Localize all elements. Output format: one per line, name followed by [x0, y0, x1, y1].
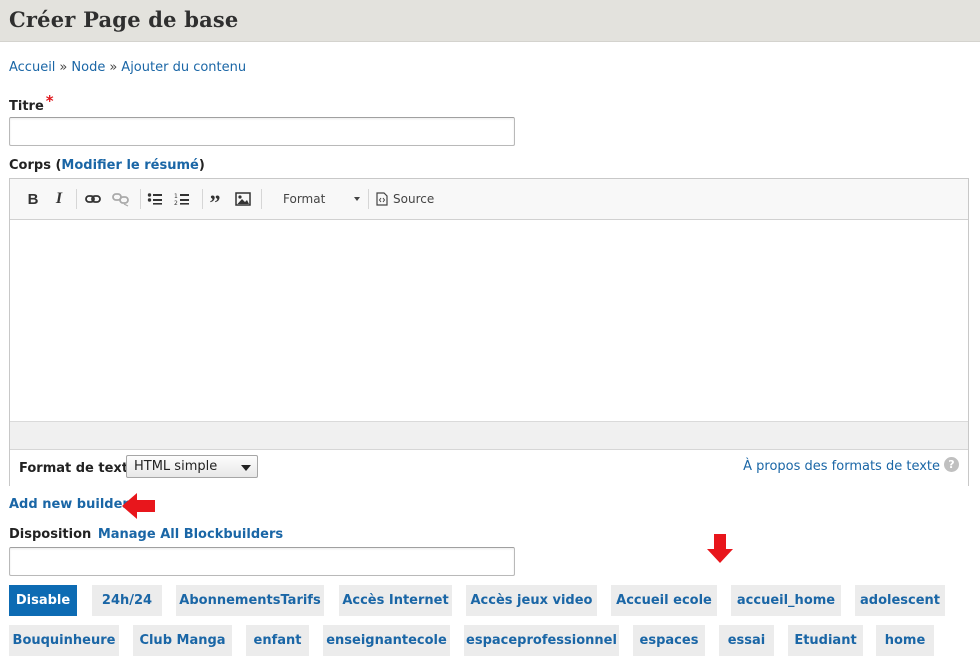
toolbar-divider [368, 189, 369, 209]
svg-text:1: 1 [174, 193, 178, 200]
body-field-label: Corps (Modifier le résumé) [9, 158, 205, 173]
tag-chip[interactable]: adolescent [855, 585, 945, 616]
text-format-label: Format de texte [19, 461, 137, 476]
source-button[interactable]: Source [376, 188, 434, 210]
editor-content-area[interactable] [10, 220, 968, 421]
numbered-list-icon: 1 2 [174, 193, 189, 206]
breadcrumb-node-link[interactable]: Node [71, 60, 105, 75]
link-icon [85, 195, 101, 203]
red-arrow-down-icon [707, 534, 733, 563]
italic-button[interactable]: I [48, 188, 70, 210]
title-input[interactable] [9, 117, 515, 146]
chevron-down-icon [241, 465, 251, 471]
image-icon [235, 192, 251, 206]
editor-toolbar: B I 1 2 ” Format Source [10, 179, 968, 220]
tag-chip[interactable]: AbonnementsTarifs [176, 585, 324, 616]
link-button[interactable] [82, 188, 104, 210]
breadcrumb-separator: » [109, 60, 118, 75]
title-label-text: Titre [9, 99, 44, 114]
tag-chip[interactable]: Accès Internet [339, 585, 452, 616]
tag-chip[interactable]: essai [719, 625, 774, 656]
tag-chip[interactable]: Accueil ecole [611, 585, 717, 616]
add-new-builder-link[interactable]: Add new builder [9, 497, 129, 512]
breadcrumb: Accueil» Node» Ajouter du contenu [9, 60, 246, 75]
page-header: Créer Page de base [0, 0, 980, 42]
tag-chip-disable[interactable]: Disable [9, 585, 77, 616]
toolbar-divider [76, 189, 77, 209]
help-icon[interactable]: ? [944, 457, 959, 472]
title-field-label: Titre * [9, 92, 54, 114]
tag-chip[interactable]: Bouquinheure [9, 625, 119, 656]
tag-chip[interactable]: enseignantecole [323, 625, 450, 656]
format-dropdown[interactable]: Format [272, 188, 362, 210]
tag-chip[interactable]: accueil_home [731, 585, 841, 616]
blockquote-button[interactable]: ” [204, 188, 226, 214]
tag-chip[interactable]: Etudiant [788, 625, 863, 656]
image-button[interactable] [232, 188, 254, 210]
chevron-down-icon [354, 197, 360, 201]
paren-close: ) [198, 158, 205, 173]
format-dropdown-label: Format [283, 192, 326, 206]
manage-blockbuilders-link[interactable]: Manage All Blockbuilders [98, 527, 283, 542]
disposition-label: Disposition [9, 527, 92, 542]
toolbar-divider [202, 189, 203, 209]
tag-chip[interactable]: espaces [633, 625, 705, 656]
toolbar-divider [140, 189, 141, 209]
source-button-label: Source [393, 192, 435, 206]
toolbar-divider [261, 189, 262, 209]
required-marker: * [45, 92, 54, 110]
text-format-bar: Format de texte HTML simple À propos des… [10, 449, 968, 486]
blockquote-icon: ” [209, 190, 221, 215]
text-format-selected: HTML simple [134, 459, 218, 474]
unlink-icon [112, 193, 129, 207]
rich-text-editor: B I 1 2 ” Format Source Format de texte … [9, 178, 969, 486]
bulleted-list-button[interactable] [144, 188, 166, 210]
tag-chip[interactable]: home [876, 625, 934, 656]
tag-chip[interactable]: Accès jeux video [466, 585, 597, 616]
text-format-select[interactable]: HTML simple [126, 455, 258, 478]
bulleted-list-icon [147, 193, 162, 205]
about-text-formats-link[interactable]: À propos des formats de texte [743, 459, 940, 474]
breadcrumb-home-link[interactable]: Accueil [9, 60, 55, 75]
numbered-list-button[interactable]: 1 2 [171, 188, 193, 210]
bold-button[interactable]: B [22, 188, 44, 210]
tag-chip[interactable]: enfant [246, 625, 309, 656]
tag-chip[interactable]: 24h/24 [92, 585, 162, 616]
red-arrow-left-icon [122, 493, 155, 519]
disposition-input[interactable] [9, 547, 515, 576]
unlink-button[interactable] [110, 188, 132, 210]
tag-chip[interactable]: Club Manga [133, 625, 232, 656]
svg-text:2: 2 [174, 200, 178, 206]
body-label-text: Corps [9, 158, 51, 173]
breadcrumb-add-content-link[interactable]: Ajouter du contenu [121, 60, 246, 75]
source-icon [376, 192, 388, 206]
editor-statusbar [10, 421, 968, 449]
edit-summary-link[interactable]: Modifier le résumé [61, 158, 198, 173]
tag-chip[interactable]: espaceprofessionnel [464, 625, 619, 656]
page-title: Créer Page de base [9, 7, 239, 32]
disposition-label-row: Disposition Manage All Blockbuilders [9, 527, 283, 542]
breadcrumb-separator: » [59, 60, 68, 75]
